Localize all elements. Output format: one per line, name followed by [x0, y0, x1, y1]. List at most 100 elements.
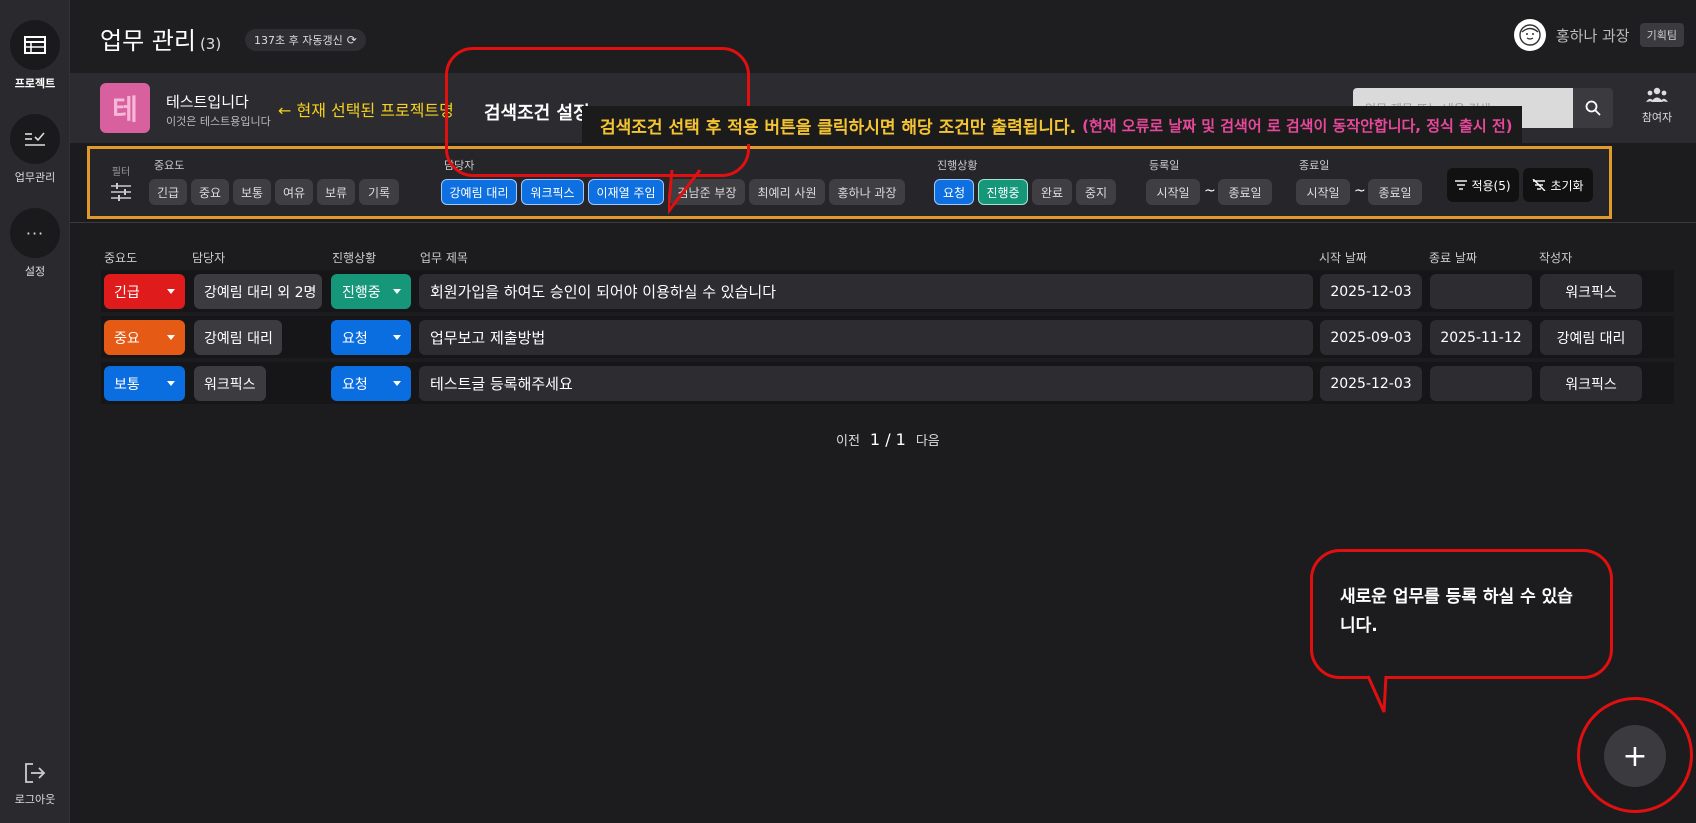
filter-chip-relaxed[interactable]: 여유 — [275, 179, 313, 205]
status-select[interactable]: 요청 — [331, 366, 411, 401]
filter-end-date-label: 종료일 — [1299, 159, 1330, 172]
column-header-status: 진행상황 — [332, 251, 377, 265]
user-menu[interactable]: 홍하나 과장 기획팀 — [1513, 19, 1684, 51]
status-select[interactable]: 진행중 — [331, 274, 411, 309]
filter-toggle[interactable]: 필터 — [106, 163, 136, 206]
column-header-assignee: 담당자 — [192, 251, 226, 265]
filter-chip-hold[interactable]: 보류 — [317, 179, 355, 205]
dept-badge: 기획팀 — [1639, 23, 1684, 47]
start-date: 2025-12-03 — [1320, 274, 1422, 309]
project-name: 테스트입니다 — [166, 93, 249, 111]
search-button[interactable] — [1573, 88, 1613, 128]
status-value: 요청 — [342, 330, 368, 347]
importance-value: 중요 — [114, 330, 140, 347]
caret-down-icon — [393, 381, 401, 386]
importance-select[interactable]: 중요 — [104, 320, 185, 355]
sidebar-item-tasks[interactable] — [10, 114, 60, 164]
user-name: 홍하나 과장 — [1555, 26, 1630, 45]
filter-chip-request[interactable]: 요청 — [934, 179, 974, 205]
refresh-icon: ⟳ — [346, 33, 357, 47]
filter-chip-assignee-2[interactable]: 워크픽스 — [521, 179, 584, 205]
assignee-cell[interactable]: 강예림 대리 — [194, 320, 282, 355]
plus-icon: + — [1622, 738, 1648, 774]
column-header-start: 시작 날짜 — [1319, 251, 1367, 265]
caret-down-icon — [393, 289, 401, 294]
task-title[interactable]: 회원가입을 하여도 승인이 되어야 이용하실 수 있습니다 — [419, 274, 1313, 309]
task-title[interactable]: 테스트글 등록해주세요 — [419, 366, 1313, 401]
filter-chip-assignee-5[interactable]: 최예리 사원 — [749, 179, 825, 205]
prev-page-button[interactable]: 이전 — [836, 430, 860, 449]
end-date-start[interactable]: 시작일 — [1296, 179, 1350, 205]
search-icon — [1585, 100, 1601, 116]
filter-chip-important[interactable]: 중요 — [191, 179, 229, 205]
author: 워크픽스 — [1540, 274, 1642, 309]
reset-button[interactable]: 초기화 — [1523, 168, 1593, 202]
divider — [70, 222, 1696, 223]
caret-down-icon — [167, 381, 175, 386]
search-callout-title: 검색조건 설정 — [484, 103, 590, 124]
end-date: 2025-11-12 — [1430, 320, 1532, 355]
filter-chip-record[interactable]: 기록 — [359, 179, 399, 205]
sidebar-item-tasks-label: 업무관리 — [14, 171, 56, 184]
end-date — [1430, 274, 1532, 309]
end-date-sep: ~ — [1354, 183, 1366, 199]
reg-date-start[interactable]: 시작일 — [1146, 179, 1200, 205]
sliders-icon — [111, 183, 131, 201]
filter-chip-in-progress[interactable]: 진행중 — [978, 179, 1028, 205]
filter-chip-done[interactable]: 완료 — [1032, 179, 1072, 205]
project-description: 이것은 테스트용입니다 — [166, 115, 271, 128]
filter-chip-normal[interactable]: 보통 — [233, 179, 271, 205]
end-date-end[interactable]: 종료일 — [1368, 179, 1422, 205]
filter-chip-assignee-3[interactable]: 이재열 주임 — [588, 179, 664, 205]
author: 워크픽스 — [1540, 366, 1642, 401]
avatar — [1513, 19, 1546, 51]
caret-down-icon — [167, 289, 175, 294]
logout-button[interactable] — [23, 762, 47, 788]
sidebar-item-settings[interactable]: ··· — [10, 208, 60, 258]
header: 업무 관리 (3) 137초 후 자동갱신 ⟳ 홍하나 과장 기획팀 — [70, 0, 1696, 73]
reset-label: 초기화 — [1550, 178, 1584, 193]
add-task-button[interactable]: + — [1604, 725, 1666, 787]
logout-icon — [25, 763, 46, 783]
assignee-cell[interactable]: 워크픽스 — [194, 366, 266, 401]
reg-date-end[interactable]: 종료일 — [1218, 179, 1272, 205]
filter-chip-urgent[interactable]: 긴급 — [149, 179, 187, 205]
page-title: 업무 관리 (3) — [100, 21, 221, 56]
importance-select[interactable]: 보통 — [104, 366, 185, 401]
page-title-text: 업무 관리 — [100, 27, 196, 55]
author: 강예림 대리 — [1540, 320, 1642, 355]
participants-label: 참여자 — [1641, 111, 1673, 124]
importance-value: 보통 — [114, 376, 140, 393]
filter-chip-assignee-6[interactable]: 홍하나 과장 — [829, 179, 905, 205]
table-row[interactable]: 긴급 강예림 대리 외 2명 진행중 회원가입을 하여도 승인이 되어야 이용하… — [101, 270, 1674, 312]
filter-chip-stopped[interactable]: 중지 — [1076, 179, 1116, 205]
page-indicator: 1 / 1 — [869, 430, 906, 449]
filter-chip-assignee-1[interactable]: 강예림 대리 — [441, 179, 517, 205]
logout-label: 로그아웃 — [14, 793, 56, 806]
task-title[interactable]: 업무보고 제출방법 — [419, 320, 1313, 355]
filter-importance-label: 중요도 — [154, 159, 185, 172]
more-icon: ··· — [25, 223, 45, 243]
table-row[interactable]: 중요 강예림 대리 요청 업무보고 제출방법 2025-09-03 2025-1… — [101, 316, 1674, 358]
sidebar-item-project[interactable] — [10, 20, 60, 70]
column-header-importance: 중요도 — [104, 251, 138, 265]
sidebar: 프로젝트 업무관리 ··· 설정 로그아웃 — [0, 0, 70, 823]
start-date: 2025-12-03 — [1320, 366, 1422, 401]
auto-refresh-text: 137초 후 자동갱신 — [254, 34, 343, 47]
pagination: 이전 1 / 1 다음 — [836, 430, 940, 449]
table-row[interactable]: 보통 워크픽스 요청 테스트글 등록해주세요 2025-12-03 워크픽스 — [101, 362, 1674, 404]
participants-button[interactable]: 참여자 — [1635, 87, 1679, 125]
assignee-cell[interactable]: 강예림 대리 외 2명 — [194, 274, 322, 309]
importance-select[interactable]: 긴급 — [104, 274, 185, 309]
auto-refresh-badge[interactable]: 137초 후 자동갱신 ⟳ — [245, 29, 366, 51]
status-value: 요청 — [342, 376, 368, 393]
status-value: 진행중 — [342, 284, 381, 301]
next-page-button[interactable]: 다음 — [916, 430, 940, 449]
start-date: 2025-09-03 — [1320, 320, 1422, 355]
status-select[interactable]: 요청 — [331, 320, 411, 355]
project-icon[interactable]: 테 — [100, 83, 150, 133]
help-banner: 검색조건 선택 후 적용 버튼을 클릭하시면 해당 조건만 출력됩니다. (현재… — [582, 106, 1522, 144]
apply-button[interactable]: 적용(5) — [1447, 168, 1519, 202]
caret-down-icon — [167, 335, 175, 340]
filter-label: 필터 — [111, 167, 131, 178]
